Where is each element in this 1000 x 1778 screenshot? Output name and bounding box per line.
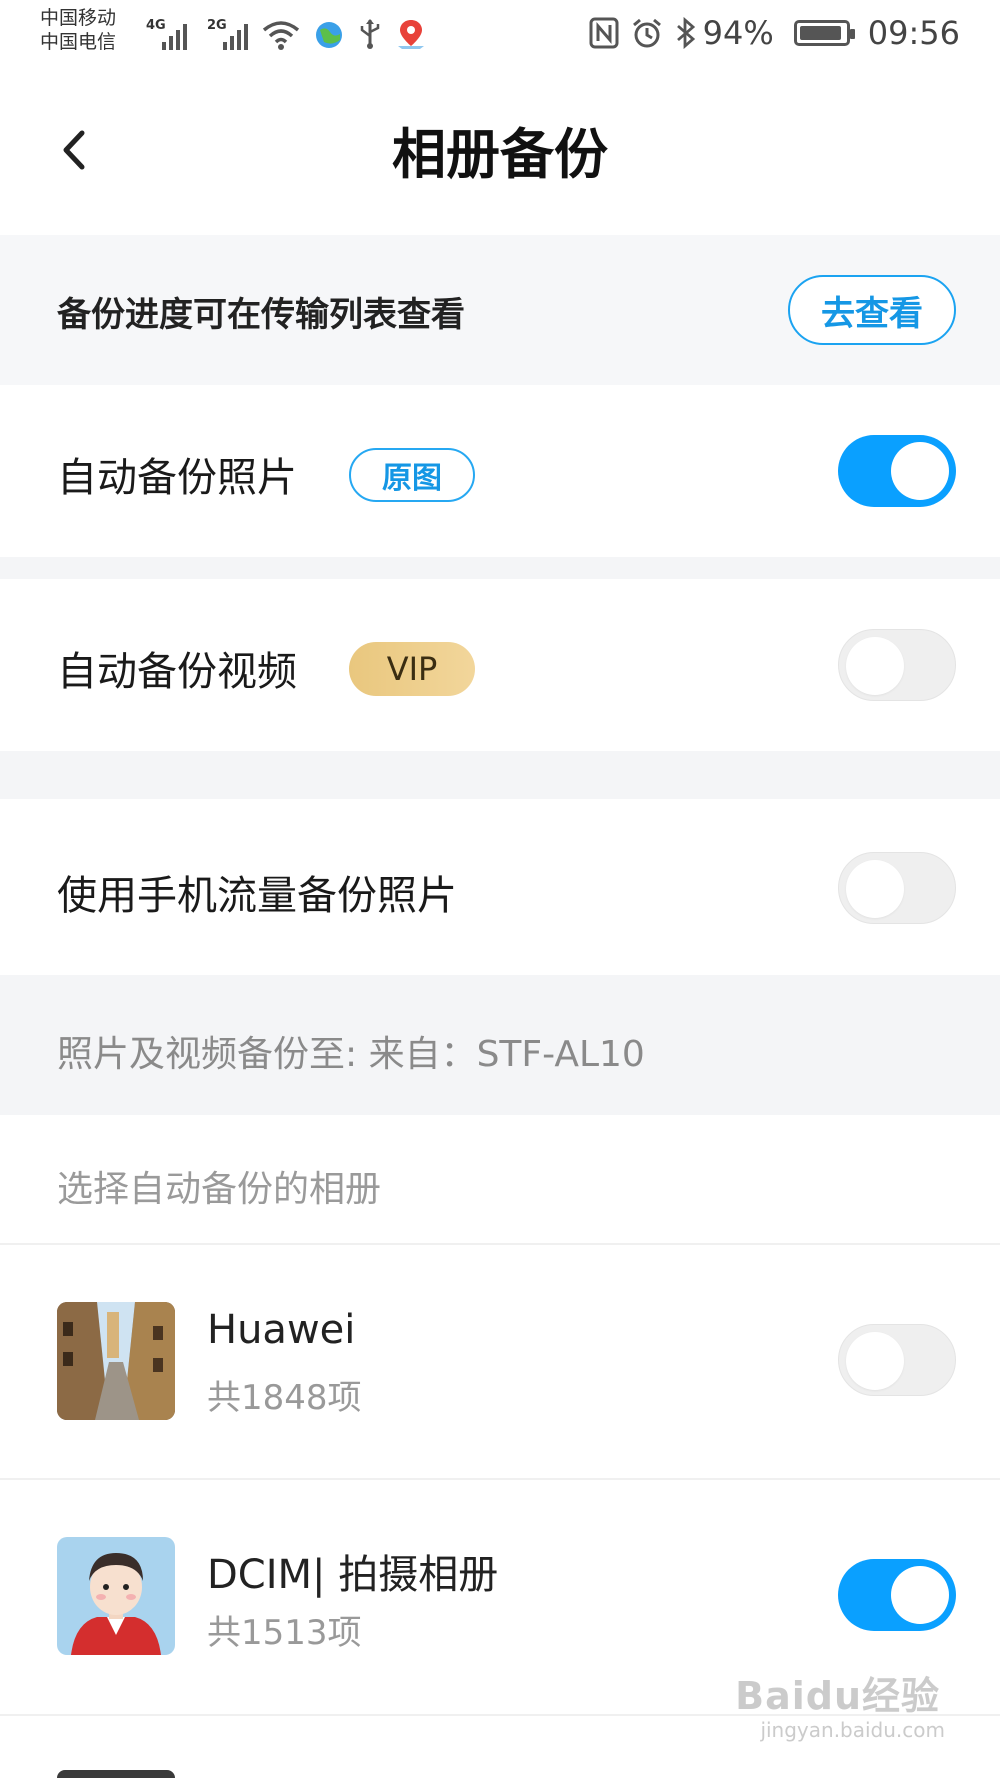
auto-backup-videos-toggle[interactable] (838, 629, 956, 701)
bluetooth-icon (676, 17, 695, 49)
wifi-icon (262, 21, 300, 50)
toggle-knob (891, 442, 949, 500)
toggle-knob (846, 860, 904, 918)
auto-backup-videos-label: 自动备份视频 (57, 649, 297, 695)
original-quality-badge[interactable]: 原图 (349, 448, 475, 502)
mobile-data-backup-toggle[interactable] (838, 852, 956, 924)
album-thumbnail-huawei (57, 1302, 175, 1420)
album-count: 共1848项 (207, 1378, 362, 1418)
battery-icon (793, 20, 855, 46)
network-type-2: 2G (207, 18, 227, 33)
toggle-knob (846, 637, 904, 695)
alarm-icon (632, 18, 661, 48)
carrier-1: 中国移动 (40, 7, 117, 29)
album-row-huawei[interactable]: Huawei 共1848项 (0, 1245, 1000, 1478)
page-title: 相册备份 (392, 123, 608, 186)
battery-percent: 94% (702, 14, 774, 52)
clock: 09:56 (867, 14, 960, 52)
backup-progress-banner: 备份进度可在传输列表查看 去查看 (0, 235, 1000, 385)
signal-4g-icon: 4G (146, 18, 187, 50)
backup-destination-text: 照片及视频备份至: 来自：STF-AL10 (57, 1034, 645, 1075)
auto-backup-videos-row: 自动备份视频 VIP (0, 579, 1000, 751)
mobile-data-backup-label: 使用手机流量备份照片 (57, 873, 457, 919)
carrier-2: 中国电信 (40, 31, 117, 53)
album-name: DCIM| 拍摄相册 (207, 1552, 499, 1598)
auto-backup-photos-toggle[interactable] (838, 435, 956, 507)
album-thumbnail-dcim (57, 1537, 175, 1655)
nfc-icon (589, 17, 619, 49)
baidu-map-icon (398, 20, 424, 49)
album-name: Huawei (207, 1307, 356, 1353)
backup-destination-band: 照片及视频备份至: 来自：STF-AL10 (0, 975, 1000, 1115)
toggle-knob (891, 1566, 949, 1624)
signal-2g-icon: 2G (207, 18, 248, 50)
status-icons-left: 4G 2G (146, 16, 426, 50)
status-bar: 中国移动 中国电信 4G 2G 94% 09:56 (0, 0, 1000, 70)
vip-badge: VIP (349, 642, 475, 696)
backup-progress-text: 备份进度可在传输列表查看 (57, 295, 465, 335)
toggle-knob (846, 1332, 904, 1390)
album-thumbnail-partial (57, 1770, 175, 1778)
usb-icon (360, 19, 380, 49)
globe-app-icon (316, 22, 342, 48)
auto-backup-photos-row: 自动备份照片 原图 (0, 385, 1000, 557)
album-section-label: 选择自动备份的相册 (57, 1169, 382, 1210)
album-toggle-dcim[interactable] (838, 1559, 956, 1631)
watermark-logo: Baidu经验 (735, 1674, 940, 1718)
status-icons-right: 94% 09:56 (589, 14, 960, 52)
album-count: 共1513项 (207, 1613, 362, 1653)
section-gap (0, 751, 1000, 799)
view-transfer-list-button[interactable]: 去查看 (788, 275, 956, 345)
auto-backup-photos-label: 自动备份照片 (57, 455, 297, 501)
header-bar: 相册备份 (0, 70, 1000, 235)
album-toggle-huawei[interactable] (838, 1324, 956, 1396)
watermark-url: jingyan.baidu.com (760, 1718, 945, 1742)
section-gap (0, 557, 1000, 579)
mobile-data-backup-row: 使用手机流量备份照片 (0, 799, 1000, 975)
carrier-names: 中国移动 中国电信 (40, 6, 116, 54)
network-type-1: 4G (146, 18, 166, 33)
